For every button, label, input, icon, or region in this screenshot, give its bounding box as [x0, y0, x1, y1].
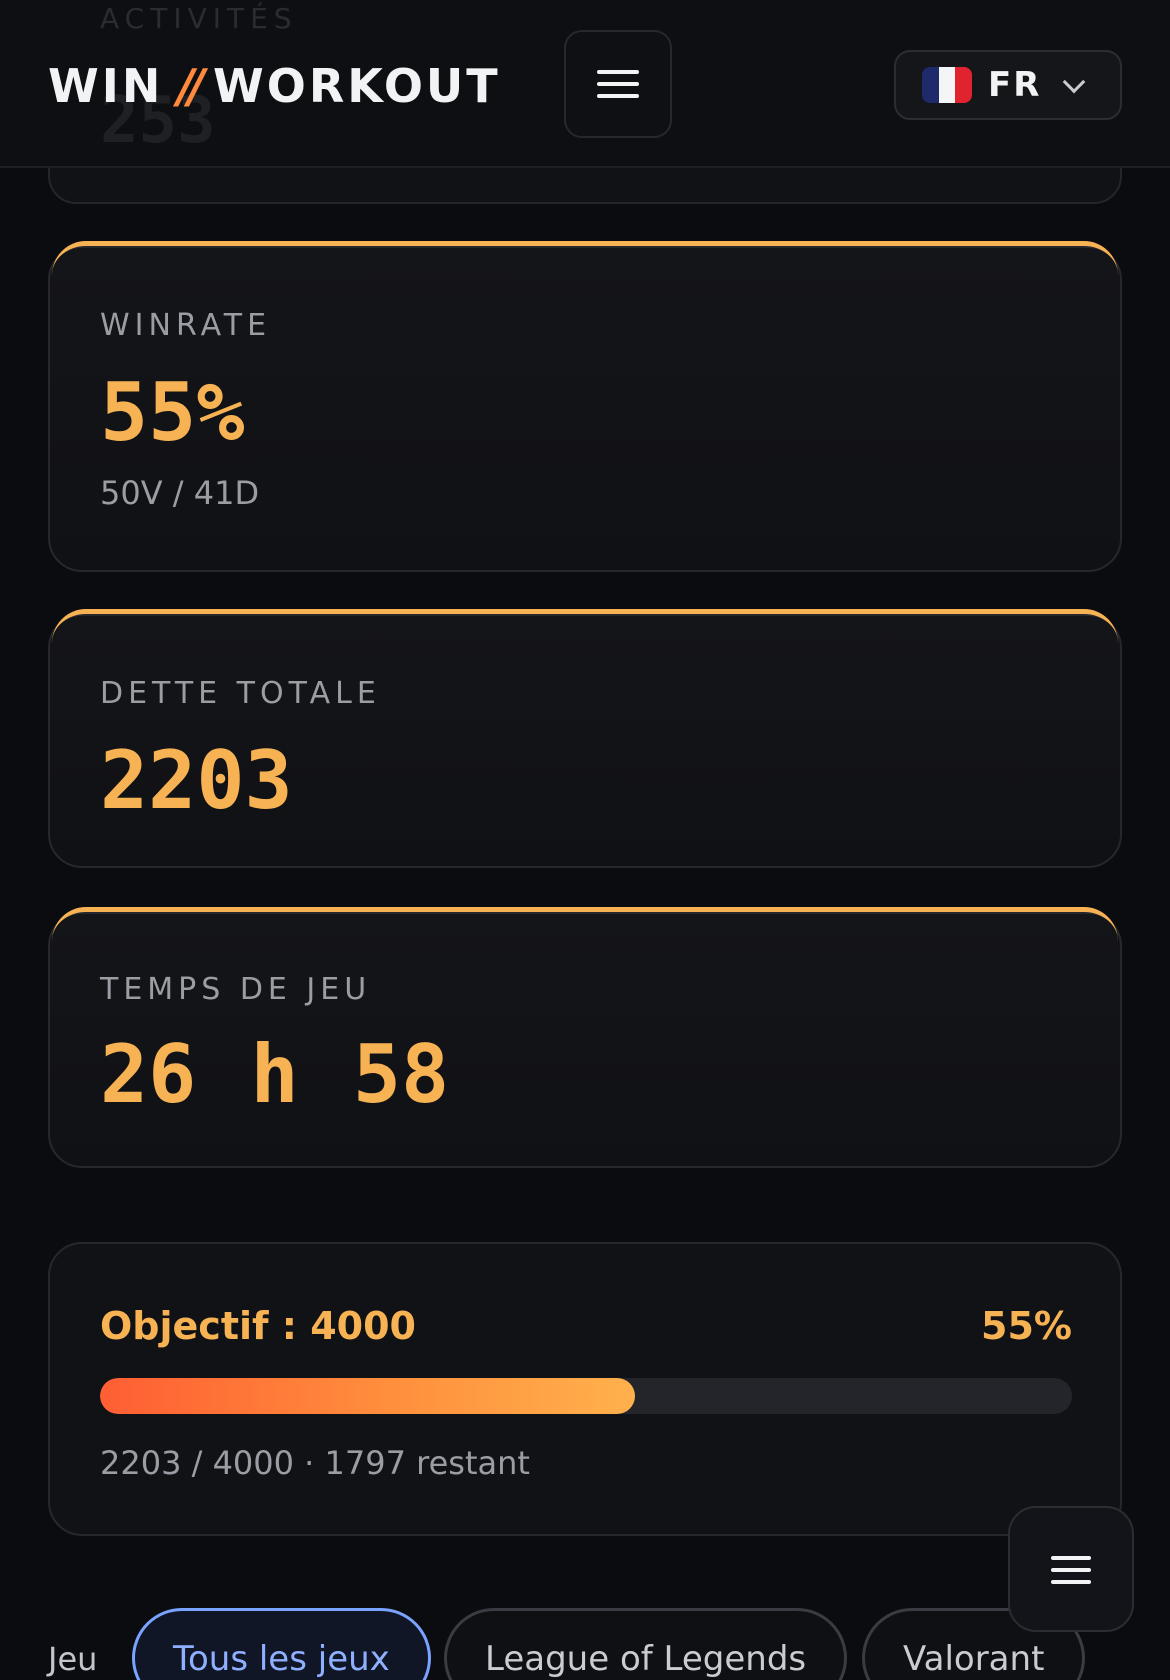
goal-progress-track	[100, 1378, 1072, 1414]
goal-title: Objectif : 4000	[100, 1304, 416, 1348]
winrate-value: 55%	[100, 366, 245, 459]
goal-card: Objectif : 4000 55% 2203 / 4000 · 1797 r…	[48, 1242, 1122, 1536]
page: ACTIVITÉS 253 WIN // WORKOUT FR WINRATE …	[0, 0, 1170, 1680]
total-debt-card: DETTE TOTALE 2203	[48, 609, 1122, 868]
main-menu-button[interactable]	[564, 30, 672, 138]
floating-menu-button[interactable]	[1008, 1506, 1134, 1632]
goal-percent: 55%	[981, 1304, 1072, 1348]
filter-chip-league-of-legends[interactable]: League of Legends	[444, 1608, 848, 1680]
logo-slash: //	[177, 59, 205, 113]
france-flag-icon	[922, 67, 972, 103]
total-debt-label: DETTE TOTALE	[100, 676, 381, 711]
goal-summary: 2203 / 4000 · 1797 restant	[100, 1444, 530, 1482]
winrate-card: WINRATE 55% 50V / 41D	[48, 241, 1122, 572]
total-debt-value: 2203	[100, 734, 293, 827]
hamburger-icon	[597, 70, 639, 98]
play-time-label: TEMPS DE JEU	[100, 972, 372, 1007]
goal-progress-fill	[100, 1378, 635, 1414]
logo-workout: WORKOUT	[212, 59, 501, 113]
winrate-label: WINRATE	[100, 308, 272, 343]
app-logo[interactable]: WIN // WORKOUT	[48, 58, 501, 114]
language-code: FR	[988, 65, 1042, 105]
logo-win: WIN	[48, 59, 164, 113]
chevron-down-icon	[1062, 70, 1086, 94]
game-filter-label: Jeu	[48, 1640, 98, 1678]
filter-chip-all-games[interactable]: Tous les jeux	[132, 1608, 431, 1680]
winrate-record: 50V / 41D	[100, 474, 260, 512]
hamburger-icon	[1051, 1556, 1091, 1584]
top-header: ACTIVITÉS 253 WIN // WORKOUT FR	[0, 0, 1170, 168]
activities-label: ACTIVITÉS	[100, 2, 298, 35]
play-time-card: TEMPS DE JEU 26 h 58	[48, 907, 1122, 1168]
play-time-value: 26 h 58	[100, 1028, 450, 1121]
language-selector[interactable]: FR	[894, 50, 1122, 120]
